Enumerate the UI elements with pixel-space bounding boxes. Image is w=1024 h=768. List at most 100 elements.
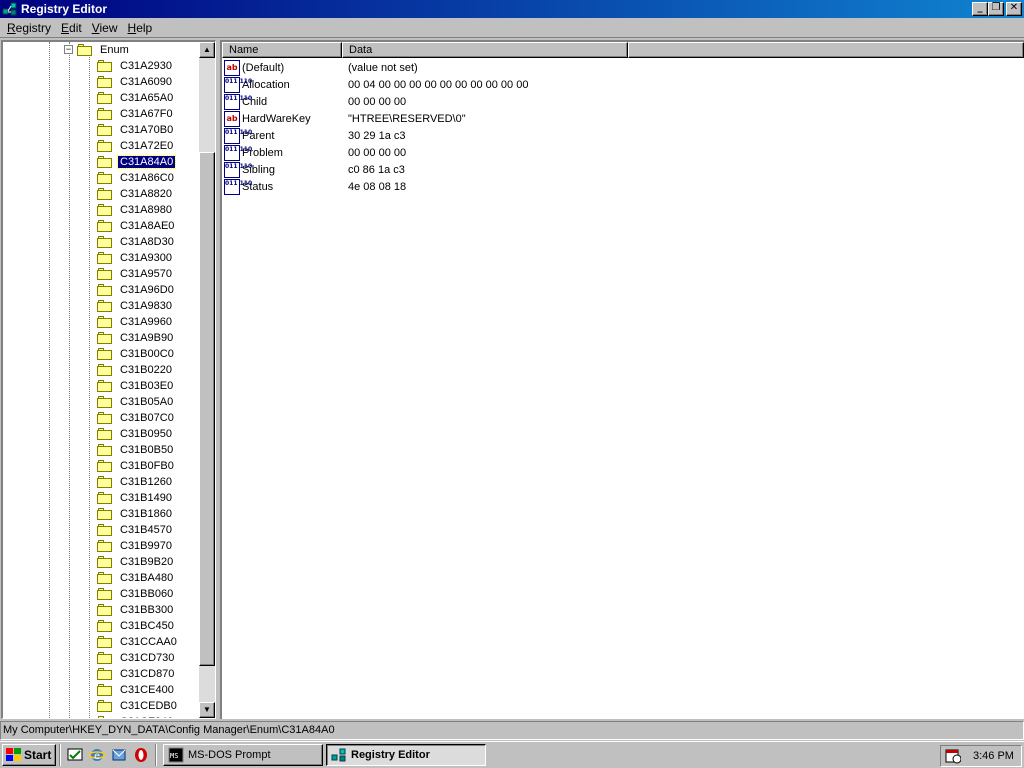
menu-registry-accel: R — [7, 20, 16, 35]
tree-item[interactable]: C31A9B90 — [97, 330, 175, 346]
scroll-down-arrow-icon[interactable]: ▼ — [199, 702, 215, 718]
tree-item[interactable]: C31CD730 — [97, 650, 176, 666]
tree-item[interactable]: C31A9830 — [97, 298, 174, 314]
tree-item[interactable]: C31B03E0 — [97, 378, 175, 394]
show-desktop-icon[interactable] — [66, 746, 84, 764]
tree-item[interactable]: C31A65A0 — [97, 90, 175, 106]
tree-item[interactable]: C31A8D30 — [97, 234, 176, 250]
value-row[interactable]: 011 110 Parent 30 29 1a c3 — [224, 127, 784, 144]
tree-item[interactable]: C31CD870 — [97, 666, 176, 682]
scheduler-tray-icon[interactable] — [945, 748, 961, 764]
binary-value-icon: 011 110 — [224, 144, 252, 161]
menu-bar: Registry Edit View Help — [0, 18, 1024, 38]
tree-item[interactable]: C31B0FB0 — [97, 458, 176, 474]
folder-icon — [97, 572, 113, 584]
opera-browser-icon[interactable] — [132, 746, 150, 764]
column-header-name[interactable]: Name — [222, 42, 342, 58]
restore-button[interactable]: ❐ — [988, 2, 1004, 16]
scroll-up-arrow-icon[interactable]: ▲ — [199, 42, 215, 58]
folder-icon — [97, 412, 113, 424]
tree-item[interactable]: C31A84A0 — [97, 154, 177, 170]
tree-item[interactable]: C31CE400 — [97, 682, 176, 698]
internet-explorer-icon[interactable]: e — [88, 746, 106, 764]
value-row[interactable]: 011 110 Problem 00 00 00 00 — [224, 144, 784, 161]
tree-item[interactable]: C31A96D0 — [97, 282, 176, 298]
tree-item[interactable]: C31BA480 — [97, 570, 175, 586]
tree-item[interactable]: C31B4570 — [97, 522, 174, 538]
tree-vertical-scrollbar[interactable]: ▲ ▼ — [199, 42, 215, 718]
value-data: (value not set) — [348, 61, 418, 74]
tree-item[interactable]: C31A2930 — [97, 58, 174, 74]
tree-item[interactable]: C31CCAA0 — [97, 634, 179, 650]
minimize-button[interactable]: _ — [972, 2, 988, 16]
tree-item[interactable]: C31A67F0 — [97, 106, 175, 122]
tree-item[interactable]: C31B00C0 — [97, 346, 176, 362]
folder-icon — [97, 60, 113, 72]
value-row[interactable]: ab (Default) (value not set) — [224, 59, 784, 76]
tree-item-label: C31A9B90 — [120, 332, 174, 344]
tree-guide-line — [69, 42, 70, 718]
tree-item[interactable]: C31B05A0 — [97, 394, 175, 410]
tree-item-label: C31BB060 — [120, 588, 174, 600]
tree-item[interactable]: C31B0220 — [97, 362, 174, 378]
task-button[interactable]: Registry Editor — [326, 744, 486, 766]
tree-item[interactable]: C31B0950 — [97, 426, 174, 442]
tree-item[interactable]: C31A70B0 — [97, 122, 175, 138]
key-tree-pane[interactable]: − Enum C31A2930 C31A6090 C31A65A0 C31A67F0 C… — [1, 40, 216, 719]
tree-item[interactable]: C31B1490 — [97, 490, 174, 506]
tree-guide-line — [49, 42, 50, 718]
tree-item[interactable]: C31A6090 — [97, 74, 174, 90]
menu-help[interactable]: Help — [123, 19, 158, 37]
column-header-data[interactable]: Data — [342, 42, 628, 58]
list-header: Name Data — [222, 42, 1024, 58]
task-button[interactable]: MS MS-DOS Prompt — [163, 744, 323, 766]
value-row[interactable]: 011 110 Sibling c0 86 1a c3 — [224, 161, 784, 178]
title-bar[interactable]: Registry Editor _ ❐ ✕ — [0, 0, 1024, 18]
tree-item[interactable]: C31A9960 — [97, 314, 174, 330]
tree-item[interactable]: C31A8980 — [97, 202, 174, 218]
value-row[interactable]: 011 110 Child 00 00 00 00 — [224, 93, 784, 110]
tree-item[interactable]: C31A86C0 — [97, 170, 176, 186]
tree-item-label: C31A65A0 — [120, 92, 174, 104]
value-row[interactable]: ab HardWareKey "HTREE\RESERVED\0" — [224, 110, 784, 127]
collapse-enum-icon[interactable]: − — [64, 45, 73, 54]
tree-item-label: C31A2930 — [120, 60, 172, 72]
value-row[interactable]: 011 110 Status 4e 08 08 18 — [224, 178, 784, 195]
tree-item[interactable]: C31A9570 — [97, 266, 174, 282]
tree-item[interactable]: C31B9B20 — [97, 554, 175, 570]
outlook-express-icon[interactable] — [110, 746, 128, 764]
tree-item[interactable]: C31BB060 — [97, 586, 175, 602]
tree-item[interactable]: C31CF240 — [97, 714, 175, 718]
tree-item[interactable]: C31B07C0 — [97, 410, 176, 426]
tree-item[interactable]: C31A9300 — [97, 250, 174, 266]
tree-item[interactable]: C31CEDB0 — [97, 698, 179, 714]
start-button[interactable]: Start — [2, 744, 56, 766]
tree-item[interactable]: C31B0B50 — [97, 442, 175, 458]
tree-item-label: C31A9960 — [120, 316, 172, 328]
menu-edit[interactable]: Edit — [56, 19, 87, 37]
scrollbar-thumb[interactable] — [199, 152, 215, 666]
menu-view[interactable]: View — [87, 19, 123, 37]
close-button[interactable]: ✕ — [1006, 2, 1022, 16]
tree-item[interactable]: C31A8AE0 — [97, 218, 176, 234]
tree-item-enum[interactable]: Enum — [77, 42, 131, 58]
tree-item-label: C31B1260 — [120, 476, 172, 488]
tree-item[interactable]: C31B1860 — [97, 506, 174, 522]
folder-icon — [97, 108, 113, 120]
value-row[interactable]: 011 110 Allocation 00 04 00 00 00 00 00 00… — [224, 76, 784, 93]
status-bar: My Computer\HKEY_DYN_DATA\Config Manager… — [0, 721, 1024, 740]
tree-item[interactable]: C31B9970 — [97, 538, 174, 554]
clock[interactable]: 3:46 PM — [973, 750, 1014, 762]
taskbar-separator — [155, 744, 157, 766]
value-name: Child — [242, 95, 268, 108]
tree-item[interactable]: C31B1260 — [97, 474, 174, 490]
binary-value-icon: 011 110 — [224, 76, 252, 93]
tree-item[interactable]: C31BC450 — [97, 618, 176, 634]
status-path: My Computer\HKEY_DYN_DATA\Config Manager… — [3, 724, 335, 736]
tree-item[interactable]: C31A8820 — [97, 186, 174, 202]
menu-registry[interactable]: Registry — [2, 19, 56, 37]
tree-item[interactable]: C31A72E0 — [97, 138, 175, 154]
value-data: 30 29 1a c3 — [348, 129, 406, 142]
values-list-pane[interactable]: Name Data ab (Default) (value not set) 011 … — [220, 40, 1024, 719]
tree-item[interactable]: C31BB300 — [97, 602, 175, 618]
